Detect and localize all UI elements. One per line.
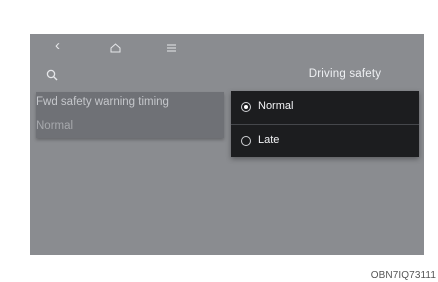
- menu-icon-graphic: [167, 44, 176, 52]
- radio-selected-icon: [241, 102, 251, 112]
- top-bar: ‹: [30, 34, 424, 62]
- page-title: Driving safety: [308, 68, 382, 80]
- setting-item-value: Normal: [36, 120, 74, 132]
- option-label: Normal: [258, 100, 294, 112]
- home-icon-graphic: [110, 43, 121, 53]
- option-normal[interactable]: Normal: [231, 91, 419, 124]
- figure-code: OBN7IQ73111: [370, 270, 436, 281]
- option-label: Late: [258, 134, 280, 146]
- setting-item-label: Fwd safety warning timing: [36, 96, 169, 108]
- setting-item-fwd-safety-warning-timing[interactable]: Fwd safety warning timing Normal: [36, 92, 224, 138]
- search-icon[interactable]: [46, 68, 58, 86]
- radio-unselected-icon: [241, 136, 251, 146]
- timing-options-popup: Normal Late: [231, 91, 419, 157]
- menu-icon[interactable]: [167, 39, 176, 57]
- infotainment-screen: ‹ Driving safety Fwd safety warning timi…: [30, 34, 424, 255]
- search-icon-graphic: [46, 69, 58, 81]
- home-icon[interactable]: [110, 40, 121, 58]
- option-late[interactable]: Late: [231, 124, 419, 157]
- back-icon[interactable]: ‹: [55, 38, 60, 54]
